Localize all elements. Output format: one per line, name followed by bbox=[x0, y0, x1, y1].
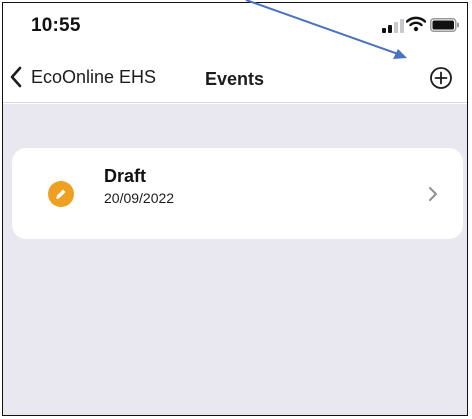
page-title: Events bbox=[205, 69, 265, 89]
chevron-right-icon bbox=[429, 187, 437, 201]
status-time: 10:55 bbox=[31, 15, 81, 36]
events-list: Draft 20/09/2022 bbox=[3, 104, 467, 415]
pencil-icon bbox=[48, 181, 74, 207]
plus-circle-icon[interactable] bbox=[429, 66, 453, 90]
chevron-left-icon bbox=[10, 66, 22, 88]
phone-screen: 10:55 EcoOnline EHS Events Draft 20/09/2… bbox=[2, 2, 468, 416]
back-button-label: EcoOnline EHS bbox=[31, 66, 157, 87]
back-button[interactable]: EcoOnline EHS bbox=[9, 63, 156, 91]
battery-icon bbox=[430, 18, 459, 32]
event-title: Draft bbox=[104, 166, 147, 186]
status-bar: 10:55 bbox=[3, 3, 467, 51]
wifi-icon bbox=[406, 16, 426, 32]
cellular-signal-icon bbox=[382, 19, 404, 33]
navigation-bar: EcoOnline EHS Events bbox=[3, 51, 467, 103]
event-date: 20/09/2022 bbox=[104, 190, 175, 206]
event-list-item[interactable]: Draft 20/09/2022 bbox=[12, 148, 463, 239]
